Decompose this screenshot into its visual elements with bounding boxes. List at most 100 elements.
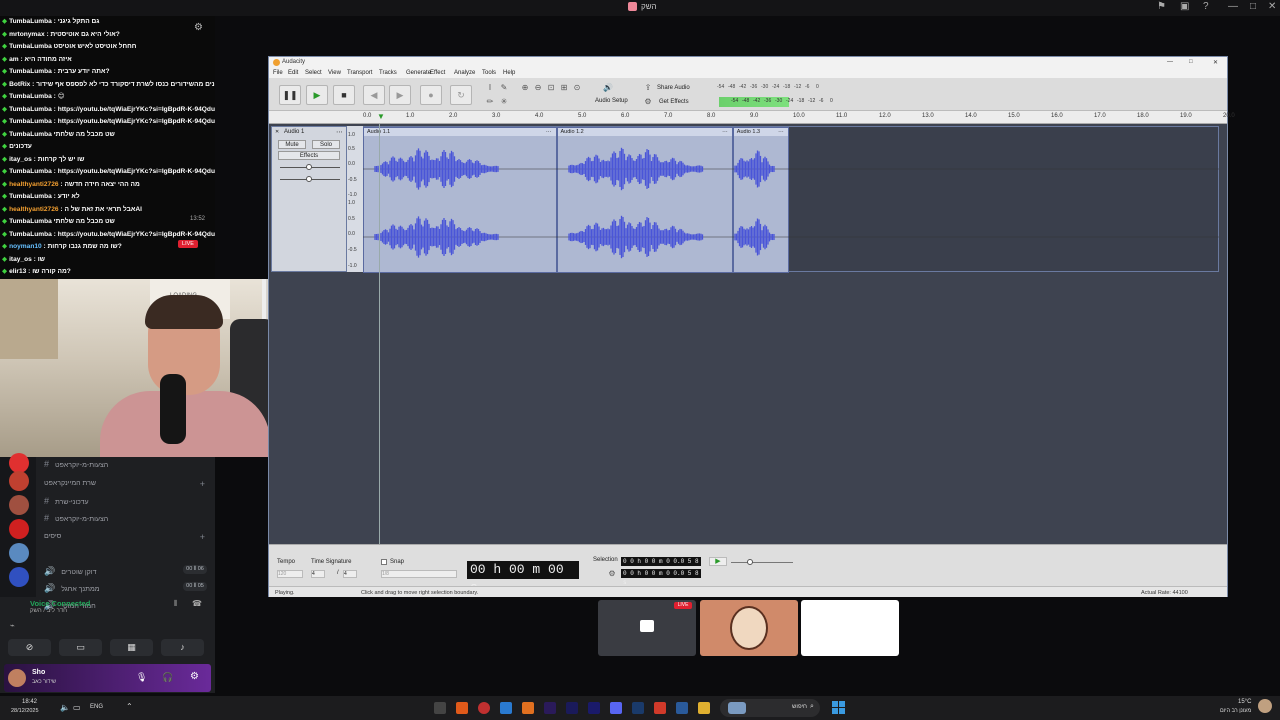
play-button[interactable]: ▶ <box>306 85 328 105</box>
chat-username[interactable]: noyman10 <box>9 243 42 250</box>
server-icon[interactable] <box>9 519 29 539</box>
track-area[interactable]: ✕ Audio 1 ⋯ Mute Solo Effects 1.0 0.5 0.0 -… <box>269 124 1227 544</box>
loop-button[interactable]: ↻ <box>450 85 472 105</box>
menu-view[interactable]: View <box>328 70 341 76</box>
chat-username[interactable]: TumbaLumba <box>9 118 52 125</box>
select-tool-icon[interactable]: I <box>485 83 495 93</box>
headphones-icon[interactable]: 🎧 <box>162 672 173 683</box>
add-channel-icon[interactable]: + <box>200 479 205 489</box>
pause-button[interactable]: ❚❚ <box>279 85 301 105</box>
language-indicator[interactable]: ENG <box>90 704 103 710</box>
taskbar-app-icon[interactable] <box>610 702 622 714</box>
selection-settings-icon[interactable]: ⚙ <box>607 569 617 579</box>
activities-button[interactable]: ▦ <box>110 639 153 656</box>
taskbar-app-icon[interactable] <box>500 702 512 714</box>
signal-icon[interactable]: ⦀ <box>174 599 178 609</box>
chat-username[interactable]: itay_os <box>9 256 32 263</box>
track-menu-icon[interactable]: ⋯ <box>336 128 343 136</box>
menu-file[interactable]: File <box>273 70 283 76</box>
menu-select[interactable]: Select <box>305 70 322 76</box>
chat-username[interactable]: TumbaLumba <box>9 93 52 100</box>
speed-slider[interactable] <box>731 562 793 563</box>
snap-select[interactable]: 1/8 <box>381 570 457 578</box>
taskbar-app-icon[interactable] <box>456 702 468 714</box>
aud-close-button[interactable]: ✕ <box>1213 59 1218 66</box>
taskbar-app-icon[interactable] <box>632 702 644 714</box>
tray-chevron-icon[interactable]: ⌃ <box>126 702 133 711</box>
chat-username[interactable]: TumbaLumba <box>9 168 52 175</box>
add-channel-icon[interactable]: + <box>200 532 205 542</box>
channel-item[interactable]: # עדכוני-שרת <box>44 496 89 506</box>
envelope-tool-icon[interactable]: ✎ <box>499 83 509 93</box>
chat-username[interactable]: TumbaLumba <box>9 231 52 238</box>
tempo-input[interactable]: 120 <box>277 570 303 578</box>
menu-generate[interactable]: Generate <box>406 70 431 76</box>
channel-item[interactable]: # הצעות-מ-יוקראפט <box>44 513 108 523</box>
screen-icon[interactable]: ▣ <box>1180 1 1189 12</box>
fit-project-icon[interactable]: ⊞ <box>559 83 569 93</box>
selection-start[interactable]: 0 0 h 0 0 m 0 0.0 5 8 s <box>621 557 701 574</box>
chat-username[interactable]: TumbaLumba <box>9 131 52 138</box>
chat-username[interactable]: BotRix <box>9 81 30 88</box>
zoom-out-icon[interactable]: ⊖ <box>533 83 543 93</box>
taskbar-app-icon[interactable] <box>588 702 600 714</box>
channel-item[interactable]: 🔊 ממתנך אחגל <box>44 583 100 594</box>
taskbar-app-icon[interactable] <box>676 702 688 714</box>
weather-desc[interactable]: מעונן רב היום <box>1220 708 1251 714</box>
record-button[interactable]: ● <box>420 85 442 105</box>
time-display[interactable]: 00 h 00 m 00 s <box>467 561 579 595</box>
close-button[interactable]: ✕ <box>1268 1 1276 12</box>
search-box[interactable]: חיפוש ⌕ <box>720 699 820 717</box>
server-icon[interactable] <box>9 567 29 587</box>
server-icon[interactable] <box>9 453 29 473</box>
menu-help[interactable]: Help <box>503 70 515 76</box>
mute-button[interactable]: Mute <box>278 140 306 149</box>
category-label[interactable]: שרת המיינקראפט <box>44 480 96 487</box>
screen-share-button[interactable]: ▭ <box>59 639 102 656</box>
zoom-in-icon[interactable]: ⊕ <box>520 83 530 93</box>
user-settings-icon[interactable]: ⚙ <box>190 671 199 682</box>
effects-icon[interactable]: ⚙ <box>643 97 653 107</box>
maximize-button[interactable]: □ <box>1250 1 1256 12</box>
server-icon[interactable] <box>9 495 29 515</box>
flag-icon[interactable]: ⚑ <box>1157 1 1166 12</box>
taskbar-app-icon[interactable] <box>698 702 710 714</box>
category-label[interactable]: סיסים <box>44 533 61 540</box>
share-audio-button[interactable]: Share Audio <box>657 85 690 91</box>
record-meter[interactable]: -54 -48 -42 -36 -30 -24 -18 -12 -6 0 <box>705 83 835 92</box>
disconnect-icon[interactable]: ☎ <box>192 599 202 608</box>
gain-slider-thumb[interactable] <box>306 164 312 170</box>
playhead-marker-icon[interactable]: ▼ <box>377 112 385 121</box>
get-effects-button[interactable]: Get Effects <box>659 99 689 105</box>
aud-minimize-button[interactable]: — <box>1167 59 1173 65</box>
soundboard-button[interactable]: ♪ <box>161 639 204 656</box>
server-icon[interactable] <box>9 543 29 563</box>
fit-selection-icon[interactable]: ⊡ <box>546 83 556 93</box>
draw-tool-icon[interactable]: ✏ <box>485 97 495 107</box>
track-close-icon[interactable]: ✕ <box>275 129 279 135</box>
mic-icon[interactable]: 🎙 <box>136 672 147 683</box>
taskbar-app-icon[interactable] <box>522 702 534 714</box>
window-thumbnail[interactable]: LIVE <box>598 600 696 656</box>
stop-button[interactable]: ■ <box>333 85 355 105</box>
aud-maximize-button[interactable]: □ <box>1189 59 1193 65</box>
voice-channel-name[interactable]: חדר ליב / השק <box>30 608 67 614</box>
menu-tools[interactable]: Tools <box>482 70 496 76</box>
taskbar-app-icon[interactable] <box>434 702 446 714</box>
audio-setup-button[interactable]: Audio Setup <box>595 98 628 104</box>
menu-transport[interactable]: Transport <box>347 70 372 76</box>
chat-username[interactable]: healthyanti2726 <box>9 206 58 213</box>
pan-slider-thumb[interactable] <box>306 176 312 182</box>
help-icon[interactable]: ? <box>1203 1 1209 12</box>
noise-icon[interactable]: ⌁ <box>10 621 15 630</box>
windows-start-icon[interactable] <box>832 701 845 714</box>
ts-numerator-input[interactable]: 4 <box>311 570 325 578</box>
camera-off-button[interactable]: ⊘ <box>8 639 51 656</box>
speaker-icon[interactable]: 🔊 <box>603 83 613 93</box>
zoom-toggle-icon[interactable]: ⊙ <box>572 83 582 93</box>
menu-analyze[interactable]: Analyze <box>454 70 475 76</box>
weather-icon[interactable] <box>1258 699 1272 713</box>
taskbar-app-icon[interactable] <box>566 702 578 714</box>
chat-username[interactable]: TumbaLumba <box>9 18 52 25</box>
chat-username[interactable]: am <box>9 56 19 63</box>
